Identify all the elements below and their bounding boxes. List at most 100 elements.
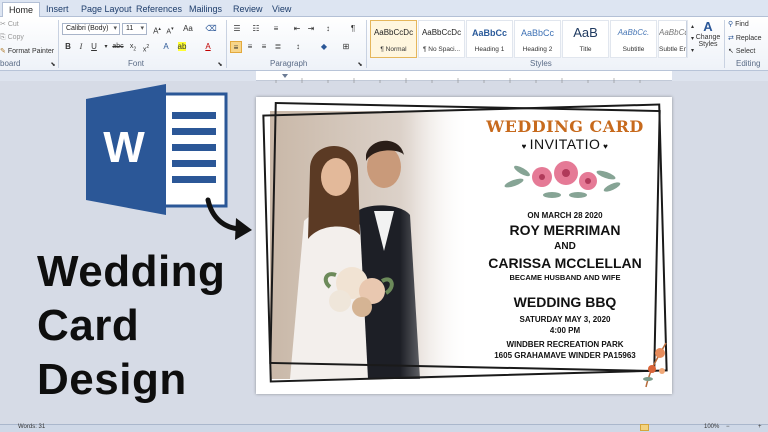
align-left-icon[interactable]: ≡ [230, 41, 242, 53]
style-no-spacing[interactable]: AaBbCcDc ¶ No Spaci... [418, 20, 465, 58]
ruler-ticks [275, 74, 641, 83]
style-subtle-emphasis[interactable]: AaBbCcDc Subtle Em... [658, 20, 688, 58]
change-styles-button[interactable]: A Change Styles [695, 20, 721, 49]
style-normal[interactable]: AaBbCcDc ¶ Normal [370, 20, 417, 58]
ribbon: ✂ Cut ⎘ Copy ✎ Format Painter board ⬊ Ca… [0, 17, 768, 71]
style-name: Subtle Em... [659, 46, 687, 53]
font-name-value: Calibri (Body) [66, 25, 109, 32]
find-button[interactable]: ⚲ Find [728, 20, 749, 28]
replace-button[interactable]: ⇄ Replace [728, 34, 762, 42]
copy-label: Copy [7, 34, 24, 41]
tab-references[interactable]: References [130, 2, 188, 17]
card-groom-name: ROY MERRIMAN [509, 222, 621, 238]
superscript-icon[interactable]: x2 [140, 41, 152, 53]
dialog-launcher-icon[interactable]: ⬊ [354, 59, 366, 71]
change-styles-label-1: Change [695, 34, 721, 41]
styles-group-label: Styles [530, 59, 552, 68]
dialog-launcher-icon[interactable]: ⬊ [214, 59, 226, 71]
grow-font-icon[interactable]: A▴ [151, 23, 163, 36]
paragraph-group-label: Paragraph [270, 59, 308, 68]
chevron-down-icon: ▾ [140, 25, 144, 32]
group-separator [366, 20, 367, 68]
clear-formatting-icon[interactable]: ⌫ [205, 23, 217, 35]
text-effects-icon[interactable]: A [160, 41, 172, 53]
style-sample: AaBbCc [471, 28, 507, 38]
numbering-icon[interactable]: ☷ [250, 23, 262, 35]
decrease-indent-icon[interactable]: ⇤ [291, 23, 303, 35]
shrink-font-icon[interactable]: A▾ [164, 23, 176, 35]
style-sample: AaBbCcDc [373, 28, 414, 37]
show-marks-icon[interactable]: ¶ [347, 23, 359, 35]
card-subtitle: ♥ INVITATIO ♥ [486, 136, 644, 152]
zoom-in-icon[interactable]: + [758, 424, 762, 430]
style-heading-1[interactable]: AaBbCc Heading 1 [466, 20, 513, 58]
bullets-icon[interactable]: ☰ [231, 23, 243, 35]
subscript-icon[interactable]: x2 [127, 41, 139, 53]
group-separator [226, 20, 227, 68]
style-heading-2[interactable]: AaBbCc Heading 2 [514, 20, 561, 58]
bold-icon[interactable]: B [62, 41, 74, 53]
card-date-line: ON MARCH 28 2020 [527, 211, 603, 220]
style-name: Heading 2 [522, 46, 553, 53]
zoom-out-icon[interactable]: − [726, 424, 730, 430]
cut-button[interactable]: ✂ Cut [0, 20, 19, 28]
style-title[interactable]: AaB Title [562, 20, 609, 58]
font-color-icon[interactable]: A [202, 41, 214, 53]
card-and: AND [554, 241, 576, 252]
corner-flower-ornament [643, 342, 667, 388]
binoculars-icon: ⚲ [728, 21, 734, 28]
increase-indent-icon[interactable]: ⇥ [305, 23, 317, 35]
heart-icon: ♥ [600, 142, 609, 151]
tab-insert[interactable]: Insert [40, 2, 75, 17]
tab-review[interactable]: Review [227, 2, 269, 17]
card-subtitle-text: INVITATIO [529, 136, 601, 152]
horizontal-ruler[interactable] [256, 71, 672, 83]
word-logo-letter: W [103, 123, 145, 172]
curved-arrow-icon [205, 197, 252, 240]
group-separator [724, 20, 725, 68]
format-painter-button[interactable]: ✎ Format Painter [0, 47, 54, 55]
multilevel-list-icon[interactable]: ≡ [270, 23, 282, 35]
tab-page-layout[interactable]: Page Layout [75, 2, 138, 17]
paintbrush-icon: ✎ [0, 48, 6, 55]
style-sample: AaBbCc. [617, 28, 650, 37]
line-spacing-icon[interactable]: ↕ [292, 41, 304, 53]
select-button[interactable]: ↖ Select [728, 47, 755, 55]
justify-icon[interactable]: ≣ [272, 41, 284, 53]
document-page[interactable]: WEDDING CARD ♥ INVITATIO ♥ ON MARCH 28 2… [256, 97, 672, 394]
clipboard-group-label: board [0, 59, 21, 68]
sort-icon[interactable]: ↕ [322, 23, 334, 35]
card-became-line: BECAME HUSBAND AND WIFE [509, 273, 621, 282]
heart-icon: ♥ [521, 142, 530, 151]
chevron-down-icon: ▾ [113, 25, 117, 32]
card-title: WEDDING CARD [486, 117, 644, 136]
font-name-combo[interactable]: Calibri (Body) ▾ [62, 23, 120, 35]
copy-button[interactable]: ⎘ Copy [0, 34, 24, 42]
card-event-time: 4:00 PM [549, 326, 581, 335]
style-name: ¶ Normal [380, 46, 407, 53]
select-label: Select [735, 48, 756, 55]
chevron-down-icon[interactable]: ▾ [100, 41, 112, 53]
replace-label: Replace [735, 35, 762, 42]
tab-mailings[interactable]: Mailings [183, 2, 228, 17]
ribbon-tab-bar: Home Insert Page Layout References Maili… [0, 0, 768, 18]
zoom-level[interactable]: 100% [704, 424, 719, 430]
change-case-icon[interactable]: Aa [182, 23, 194, 35]
shading-icon[interactable]: ◆ [318, 41, 330, 53]
borders-icon[interactable]: ⊞ [340, 41, 352, 53]
tab-home[interactable]: Home [2, 2, 41, 18]
highlight-icon[interactable]: ab [176, 41, 188, 53]
font-size-combo[interactable]: 11 ▾ [122, 23, 147, 35]
style-subtitle[interactable]: AaBbCc. Subtitle [610, 20, 657, 58]
underline-icon[interactable]: U [88, 41, 100, 53]
align-right-icon[interactable]: ≡ [258, 41, 270, 53]
tab-view[interactable]: View [266, 2, 297, 17]
overlay-title-line-1: Wedding [37, 247, 226, 296]
italic-icon[interactable]: I [75, 41, 87, 53]
align-center-icon[interactable]: ≡ [244, 41, 256, 53]
word-count[interactable]: Words: 31 [18, 424, 45, 430]
strikethrough-icon[interactable]: abc [112, 41, 124, 53]
print-layout-icon[interactable] [640, 424, 649, 431]
editing-group-label: Editing [736, 59, 761, 68]
copy-icon: ⎘ [0, 34, 6, 41]
